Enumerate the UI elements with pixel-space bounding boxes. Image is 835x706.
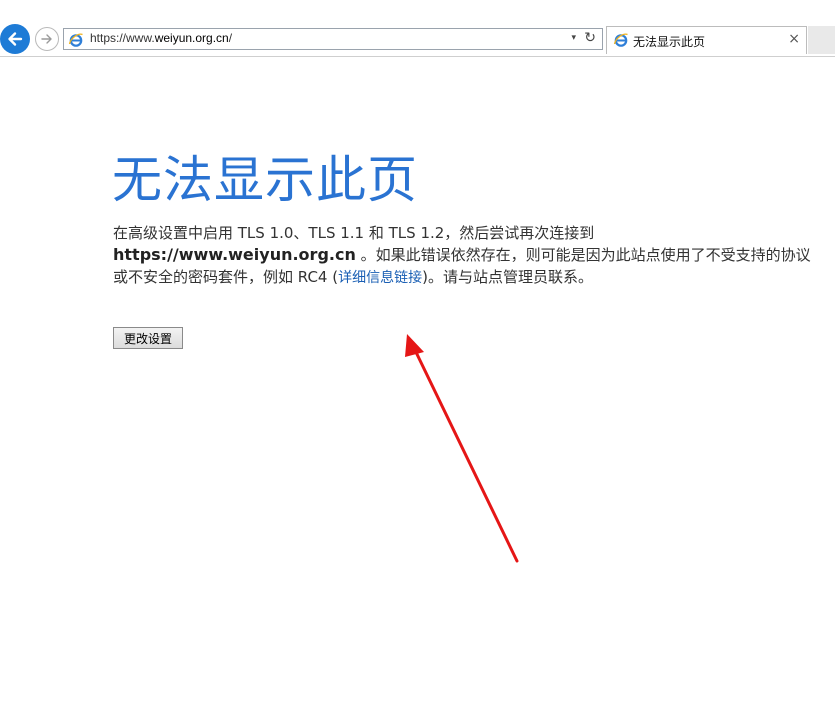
message-part3: )。请与站点管理员联系。 — [422, 268, 593, 286]
url-host: weiyun.org.cn — [154, 31, 229, 45]
details-link[interactable]: 详细信息链接 — [338, 270, 422, 286]
forward-arrow-icon — [41, 34, 52, 44]
tab-active[interactable]: 无法显示此页 × — [606, 26, 807, 54]
refresh-icon[interactable]: ↻ — [584, 30, 596, 46]
browser-chrome: https://www.weiyun.org.cn/ ▾ ↻ 无法显示此页 × — [0, 0, 835, 57]
new-tab-area[interactable] — [808, 26, 835, 54]
back-button[interactable] — [0, 24, 30, 54]
error-message: 在高级设置中启用 TLS 1.0、TLS 1.1 和 TLS 1.2，然后尝试再… — [113, 222, 813, 289]
address-bar[interactable]: https://www.weiyun.org.cn/ ▾ ↻ — [63, 28, 603, 50]
ie-icon — [68, 32, 84, 48]
chevron-down-icon[interactable]: ▾ — [571, 33, 576, 43]
titlebar-ghost — [0, 0, 300, 22]
annotation-arrow — [405, 334, 519, 563]
tab-title: 无法显示此页 — [633, 35, 706, 49]
page-title: 无法显示此页 — [112, 151, 418, 209]
url-text[interactable]: https://www.weiyun.org.cn/ — [90, 31, 232, 45]
url-suffix: / — [228, 31, 233, 45]
message-host: https://www.weiyun.org.cn — [113, 245, 356, 264]
back-arrow-icon — [8, 32, 23, 46]
ie-icon — [613, 32, 629, 48]
change-settings-button[interactable]: 更改设置 — [113, 327, 183, 349]
close-icon[interactable]: × — [788, 31, 800, 47]
url-prefix: https://www. — [90, 31, 155, 45]
message-part1: 在高级设置中启用 TLS 1.0、TLS 1.1 和 TLS 1.2，然后尝试再… — [113, 224, 595, 242]
forward-button[interactable] — [35, 27, 59, 51]
